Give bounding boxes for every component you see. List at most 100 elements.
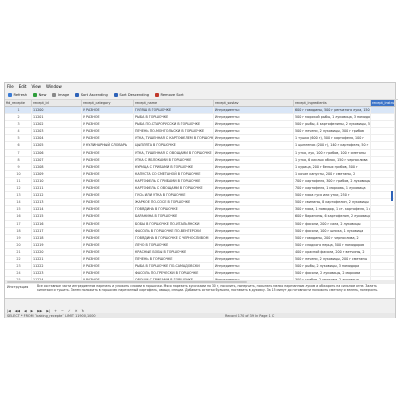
table-cell[interactable]: 11218 <box>32 234 82 241</box>
table-cell[interactable]: 1 утка, 6 кислых яблок, 150 г чернослива <box>294 156 371 163</box>
table-cell[interactable]: 1 утка, лук, 100 г грибов, 100 г сметаны <box>294 149 371 156</box>
table-cell[interactable]: 11223 <box>32 270 82 277</box>
table-cell[interactable] <box>371 206 395 213</box>
table-row[interactable]: 4 11203 У РАЗНОЕ ПЕЧЕНЬ ПО-МОНГОЛЬСКИ В ГОР… <box>5 128 395 136</box>
table-cell[interactable]: У РАЗНОЕ <box>82 128 134 135</box>
table-row[interactable]: 19 11218 У РАЗНОЕ ГОВЯДИНА В ГОРШОЧКЕ С ЧЕР… <box>5 234 395 242</box>
table-cell[interactable]: КУРИЦА С ГРИБАМИ В ГОРШОЧКЕ <box>134 163 214 170</box>
table-cell[interactable]: 11210 <box>32 177 82 185</box>
table-cell[interactable]: 7 <box>5 149 32 156</box>
table-cell[interactable]: 500 г сладкого перца, 500 г помидоров <box>294 241 371 248</box>
table-cell[interactable] <box>371 128 395 135</box>
table-cell[interactable]: 13 <box>5 192 32 199</box>
table-cell[interactable]: 11204 <box>32 135 82 142</box>
table-cell[interactable]: Ингредиенты: <box>214 199 294 206</box>
table-cell[interactable]: 24 <box>5 270 32 277</box>
table-row[interactable]: 23 11222 У РАЗНОЕ РЫБА В ГОРШОЧКЕ ПО-САМАДО… <box>5 263 395 271</box>
table-cell[interactable] <box>371 170 395 177</box>
table-cell[interactable] <box>371 142 395 149</box>
table-cell[interactable]: 12 <box>5 185 32 192</box>
table-cell[interactable]: У РАЗНОЕ <box>82 234 134 241</box>
table-cell[interactable]: 11205 <box>32 142 82 149</box>
table-cell[interactable]: 500 г мяса гуся или утки, 250 г <box>294 192 371 199</box>
table-cell[interactable]: Ингредиенты: <box>214 192 294 199</box>
table-cell[interactable]: У РАЗНОЕ <box>82 163 134 170</box>
table-cell[interactable]: У КУЛИНАРНЫЙ СЛОВАРЬ <box>82 142 134 149</box>
column-header-recept-sostav[interactable]: recept_sostav <box>214 100 294 106</box>
table-cell[interactable]: У РАЗНОЕ <box>82 248 134 255</box>
table-cell[interactable]: У РАЗНОЕ <box>82 135 134 142</box>
refresh-button[interactable]: Refresh <box>8 93 27 97</box>
table-cell[interactable]: У РАЗНОЕ <box>82 213 134 220</box>
table-cell[interactable]: ФАСОЛЬ В ГОРШОЧКЕ ПО-ВЕНГЕРСКИ <box>134 227 214 234</box>
detail-text[interactable]: Все составные части ингредиентов нарезат… <box>37 284 392 292</box>
table-cell[interactable]: 500 г морской рыбы, 1 луковица, 3 помидо… <box>294 114 371 121</box>
table-cell[interactable]: 11209 <box>32 170 82 177</box>
table-row[interactable]: 10 11209 У РАЗНОЕ КАПУСТА СО СМЕТАНОЙ В ГОР… <box>5 170 395 178</box>
table-cell[interactable]: РЫБА В ГОРШОЧКЕ ПО-САМАДОВСКИ <box>134 263 214 270</box>
table-cell[interactable]: 400 г красной фасоли, 200 г ветчины, 2 <box>294 248 371 255</box>
table-cell[interactable] <box>371 263 395 270</box>
table-cell[interactable] <box>371 248 395 255</box>
image-button[interactable]: Image <box>52 93 69 97</box>
table-cell[interactable]: 19 <box>5 234 32 241</box>
table-cell[interactable] <box>371 163 395 170</box>
table-row[interactable]: 24 11223 У РАЗНОЕ ФАСОЛЬ ПО-ГРЕЧЕСКИ В ГОРШ… <box>5 270 395 278</box>
table-cell[interactable]: Ингредиенты: <box>214 206 294 213</box>
table-cell[interactable]: У РАЗНОЕ <box>82 121 134 128</box>
table-cell[interactable]: 1 кочан капусты, 200 г сметаны, 2 <box>294 170 371 177</box>
table-cell[interactable]: Ингредиенты: <box>214 121 294 128</box>
table-cell[interactable]: 1 тушка (600 г), 500 г картофеля, 100 г <box>294 135 371 142</box>
table-cell[interactable]: 500 г печени, 2 луковицы, 300 г грибов <box>294 128 371 135</box>
table-cell[interactable]: 1 курица, 200 г белых грибов, 500 г <box>294 163 371 170</box>
table-cell[interactable]: 11215 <box>32 213 82 220</box>
table-row[interactable]: 6 11205 У КУЛИНАРНЫЙ СЛОВАРЬ ЦЫПЛЯТА В ГОРШ… <box>5 142 395 150</box>
table-cell[interactable]: Ингредиенты: <box>214 177 294 185</box>
table-row[interactable]: 15 11214 У РАЗНОЕ ГОВЯДИНА В ГОРШОЧКЕ Ингред… <box>5 206 395 214</box>
table-cell[interactable]: Ингредиенты: <box>214 114 294 121</box>
table-cell[interactable]: 11200 <box>32 107 82 114</box>
table-cell[interactable]: У РАЗНОЕ <box>82 156 134 163</box>
table-cell[interactable]: Ингредиенты: <box>214 142 294 149</box>
table-cell[interactable]: КАРТОФЕЛЬ С ГРИБАМИ В ГОРШОЧКЕ <box>134 177 214 185</box>
table-row[interactable]: 20 11219 У РАЗНОЕ ЛЕЧО В ГОРШОЧКЕ Ингредиент… <box>5 241 395 249</box>
table-cell[interactable] <box>371 135 395 142</box>
table-cell[interactable]: 11212 <box>32 192 82 199</box>
column-header-recept-category[interactable]: recept_category <box>82 100 134 106</box>
table-row[interactable]: 13 11212 У РАЗНОЕ ГУСЬ ИЛИ УТКА В ГОРШОЧКЕ И… <box>5 192 395 200</box>
table-cell[interactable]: ЦЫПЛЯТА В ГОРШОЧКЕ <box>134 142 214 149</box>
table-cell[interactable]: Ингредиенты: <box>214 270 294 277</box>
table-cell[interactable] <box>371 107 395 114</box>
table-cell[interactable]: ГУЛЯШ В ГОРШОЧКЕ <box>134 107 214 114</box>
table-cell[interactable]: У РАЗНОЕ <box>82 149 134 156</box>
table-cell[interactable]: Ингредиенты: <box>214 220 294 227</box>
horizontal-scroll-thumb[interactable] <box>7 280 247 284</box>
table-cell[interactable]: У РАЗНОЕ <box>82 270 134 277</box>
table-cell[interactable]: 11214 <box>32 206 82 213</box>
nav-button[interactable]: |◀ <box>7 309 11 313</box>
table-cell[interactable]: 5 <box>5 135 32 142</box>
table-cell[interactable]: 11 <box>5 177 32 185</box>
table-cell[interactable]: У РАЗНОЕ <box>82 170 134 177</box>
table-cell[interactable]: Ингредиенты: <box>214 163 294 170</box>
table-cell[interactable]: 11219 <box>32 241 82 248</box>
table-cell[interactable]: У РАЗНОЕ <box>82 220 134 227</box>
vertical-scroll-thumb[interactable] <box>391 191 393 201</box>
table-cell[interactable]: Ингредиенты: <box>214 156 294 163</box>
table-cell[interactable]: БОБЫ В ГОРШОЧКЕ ПО-ИТАЛЬЯНСКИ <box>134 220 214 227</box>
table-cell[interactable] <box>371 234 395 241</box>
table-cell[interactable]: ГОВЯДИНА В ГОРШОЧКЕ <box>134 206 214 213</box>
table-cell[interactable] <box>371 114 395 121</box>
table-cell[interactable]: 17 <box>5 220 32 227</box>
table-cell[interactable]: 11207 <box>32 156 82 163</box>
table-cell[interactable]: Ингредиенты: <box>214 135 294 142</box>
table-cell[interactable]: 3 <box>5 121 32 128</box>
nav-button[interactable]: ↻ <box>82 309 85 313</box>
table-row[interactable]: 1 11200 У РАЗНОЕ ГУЛЯШ В ГОРШОЧКЕ Ингредиент… <box>5 107 395 115</box>
table-cell[interactable]: 500 г фасоли, 100 г шпика, 1 луковица <box>294 227 371 234</box>
table-cell[interactable]: КРАСНЫЕ БОБЫ В ГОРШОЧКЕ <box>134 248 214 255</box>
table-cell[interactable]: Ингредиенты: <box>214 241 294 248</box>
table-row[interactable]: 16 11215 У РАЗНОЕ БАРАНИНА В ГОРШОЧКЕ Ингред… <box>5 213 395 221</box>
table-cell[interactable]: 500 г фасоли, 2 луковицы, 2 моркови <box>294 270 371 277</box>
nav-button[interactable]: ◀ <box>24 309 27 313</box>
